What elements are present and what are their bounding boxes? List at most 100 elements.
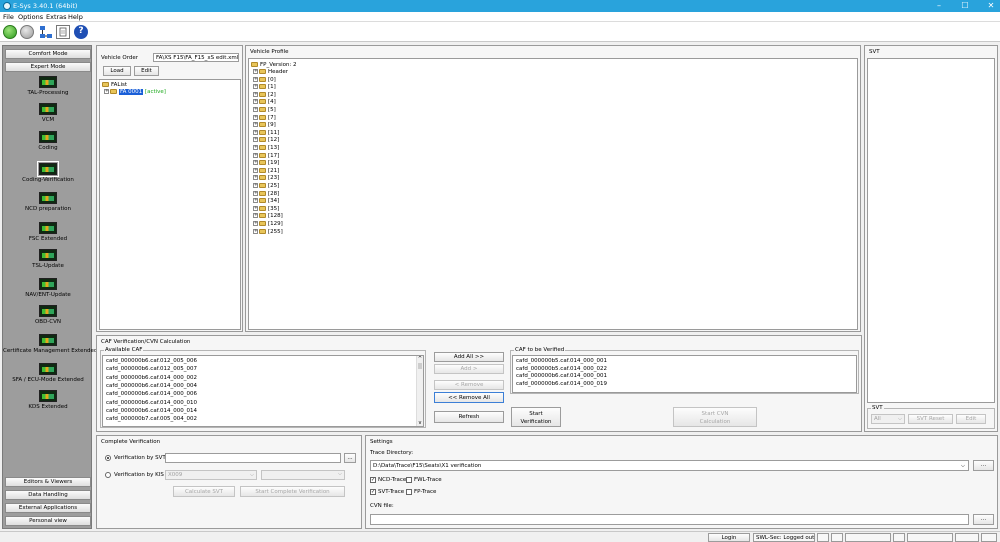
- expand-icon[interactable]: +: [253, 205, 258, 211]
- profile-tree-node[interactable]: + [128]: [253, 213, 283, 220]
- tool-ncd-preparation[interactable]: NCD preparation: [3, 192, 93, 212]
- expand-icon[interactable]: +: [253, 190, 258, 196]
- expand-icon[interactable]: +: [104, 89, 109, 94]
- close-button[interactable]: ✕: [984, 1, 998, 11]
- remove-button[interactable]: < Remove: [434, 380, 504, 390]
- vehicle-order-path[interactable]: FA\XS F15\FA_F15_xS edit.xml: [153, 53, 239, 62]
- expand-icon[interactable]: +: [253, 221, 258, 226]
- available-caf-item[interactable]: cafd_000000b6.caf.014_000_010: [106, 400, 197, 407]
- expand-icon[interactable]: +: [253, 91, 258, 97]
- expand-icon[interactable]: +: [253, 114, 258, 120]
- svt-select[interactable]: All ⌵: [871, 414, 905, 424]
- editors-viewers-button[interactable]: Editors & Viewers: [5, 477, 91, 487]
- available-caf-item[interactable]: cafd_000000b7.caf.005_004_002: [106, 416, 197, 423]
- expand-icon[interactable]: +: [253, 99, 258, 105]
- external-applications-button[interactable]: External Applications: [5, 503, 91, 513]
- expand-icon[interactable]: +: [253, 137, 258, 143]
- profile-tree-node[interactable]: + [1]: [253, 84, 276, 91]
- document-icon[interactable]: [56, 25, 70, 39]
- svt-trace-checkbox[interactable]: ✓: [370, 489, 376, 495]
- tool-nav-ent-update[interactable]: NAV/ENT-Update: [3, 278, 93, 298]
- expand-icon[interactable]: +: [253, 175, 258, 181]
- caf-to-verify-list[interactable]: cafd_000000b5.caf.014_000_001 cafd_000000…: [512, 355, 857, 393]
- expand-icon[interactable]: +: [253, 122, 258, 128]
- profile-tree-node[interactable]: + [4]: [253, 99, 276, 106]
- svt-edit-button[interactable]: Edit: [956, 414, 986, 424]
- tool-tsl-update[interactable]: TSL-Update: [3, 249, 93, 269]
- profile-tree-node[interactable]: + [21]: [253, 167, 279, 175]
- expand-icon[interactable]: +: [253, 213, 258, 219]
- profile-tree-node[interactable]: + [11]: [253, 129, 279, 137]
- tool-obd-cvn[interactable]: OBD-CVN: [3, 305, 93, 325]
- menu-extras[interactable]: Extras: [46, 13, 67, 21]
- fwl-trace-checkbox[interactable]: [406, 477, 412, 483]
- available-caf-item[interactable]: cafd_000000b6.caf.014_000_004: [106, 383, 197, 390]
- profile-tree-node[interactable]: + [5]: [253, 107, 276, 114]
- tool-kds-extended[interactable]: KDS Extended: [3, 390, 93, 410]
- login-button[interactable]: Login: [708, 533, 750, 542]
- tree-node-fa-0001[interactable]: + FA 0001 [active]: [104, 89, 166, 96]
- scrollbar[interactable]: ^ v: [416, 356, 423, 426]
- expert-mode-button[interactable]: Expert Mode: [5, 62, 91, 72]
- expand-icon[interactable]: +: [253, 228, 258, 234]
- caf-to-verify-item[interactable]: cafd_000000b5.caf.014_000_022: [516, 366, 607, 373]
- ncd-trace-checkbox[interactable]: ✓: [370, 477, 376, 483]
- available-caf-list[interactable]: cafd_000000b6.caf.012_005_006 cafd_000000…: [102, 355, 424, 427]
- menu-help[interactable]: Help: [68, 13, 83, 21]
- tool-tal-processing[interactable]: TAL-Processing: [3, 76, 93, 96]
- expand-icon[interactable]: +: [253, 76, 258, 82]
- available-caf-item[interactable]: cafd_000000b6.caf.012_005_007: [106, 366, 197, 373]
- minimize-button[interactable]: –: [932, 1, 946, 11]
- svt-file-input[interactable]: [165, 453, 341, 463]
- expand-icon[interactable]: +: [253, 152, 258, 158]
- help-icon[interactable]: ?: [74, 25, 88, 39]
- expand-icon[interactable]: +: [253, 129, 258, 135]
- expand-icon[interactable]: +: [253, 84, 258, 90]
- expand-icon[interactable]: +: [253, 145, 258, 150]
- menu-file[interactable]: File: [3, 13, 14, 21]
- add-all-button[interactable]: Add All >>: [434, 352, 504, 362]
- svt-reset-button[interactable]: SVT Reset: [908, 414, 953, 424]
- start-complete-verification-button[interactable]: Start Complete Verification: [240, 486, 345, 497]
- expand-icon[interactable]: +: [253, 160, 258, 166]
- profile-tree-node[interactable]: + [34]: [253, 198, 279, 205]
- caf-to-verify-item[interactable]: cafd_000000b6.caf.014_000_019: [516, 381, 607, 388]
- tool-certificate-management[interactable]: Certificate Management Extended: [3, 334, 97, 354]
- data-handling-button[interactable]: Data Handling: [5, 490, 91, 500]
- tree-root-fp-version[interactable]: FP_Version: 2: [251, 62, 297, 69]
- tool-vcm[interactable]: VCM: [3, 103, 93, 123]
- trace-browse-button[interactable]: ...: [973, 460, 994, 471]
- connect-icon[interactable]: [3, 25, 17, 39]
- tool-coding-verification[interactable]: Coding-Verification: [3, 161, 93, 183]
- profile-tree-node[interactable]: + [17]: [253, 152, 279, 160]
- verification-by-svt-radio[interactable]: [105, 455, 111, 461]
- available-caf-item[interactable]: cafd_000000b6.caf.014_000_006: [106, 391, 197, 398]
- disconnect-icon[interactable]: [20, 25, 34, 39]
- profile-tree-node[interactable]: + [0]: [253, 76, 276, 84]
- expand-icon[interactable]: +: [253, 167, 258, 173]
- kis-select[interactable]: X009 ⌵: [165, 470, 257, 480]
- scroll-down-icon[interactable]: v: [417, 420, 423, 426]
- svt-browse-button[interactable]: ...: [344, 453, 356, 463]
- profile-tree-node[interactable]: + [129]: [253, 221, 283, 228]
- caf-to-verify-item[interactable]: cafd_000000b5.caf.014_000_001: [516, 358, 607, 365]
- expand-icon[interactable]: +: [253, 198, 258, 204]
- available-caf-item[interactable]: cafd_000000b6.caf.014_000_014: [106, 408, 197, 415]
- expand-icon[interactable]: +: [253, 183, 258, 188]
- add-button[interactable]: Add >: [434, 364, 504, 374]
- profile-tree-node[interactable]: + [35]: [253, 205, 279, 213]
- menu-options[interactable]: Options: [18, 13, 43, 21]
- trace-directory-select[interactable]: D:\Data\Trace\F15\Seats\X1 verification ⌵: [370, 460, 969, 471]
- refresh-button[interactable]: Refresh: [434, 411, 504, 423]
- network-icon[interactable]: [39, 25, 53, 39]
- profile-tree-node[interactable]: + [2]: [253, 91, 276, 99]
- expand-icon[interactable]: +: [253, 69, 258, 74]
- tool-sfa-ecu-mode[interactable]: SFA / ECU-Mode Extended: [3, 363, 93, 383]
- caf-to-verify-item[interactable]: cafd_000000b6.caf.014_000_001: [516, 373, 607, 380]
- cvn-browse-button[interactable]: ...: [973, 514, 994, 525]
- available-caf-item[interactable]: cafd_000000b6.caf.014_000_002: [106, 375, 197, 382]
- tool-coding[interactable]: Coding: [3, 131, 93, 151]
- fp-trace-checkbox[interactable]: [406, 489, 412, 495]
- maximize-button[interactable]: ☐: [958, 1, 972, 11]
- profile-tree-node[interactable]: + [12]: [253, 137, 279, 144]
